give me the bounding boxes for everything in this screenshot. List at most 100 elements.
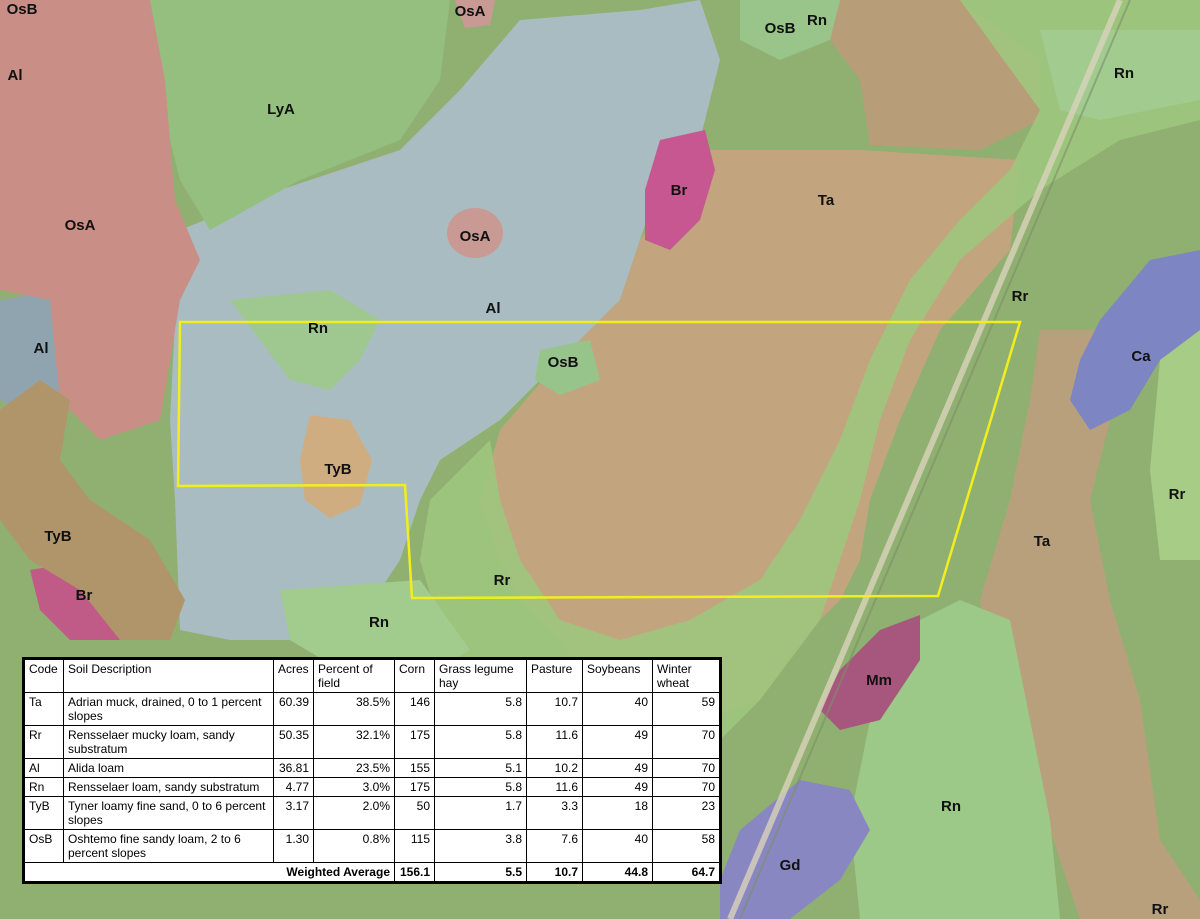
cell-soybeans: 49: [582, 758, 653, 778]
cell-hay: 5.8: [434, 692, 527, 726]
cell-pasture: 7.6: [526, 829, 583, 863]
soil-label-osb-topleft: OsB: [7, 1, 38, 18]
cell-description: Rensselaer loam, sandy substratum: [63, 777, 274, 797]
soil-label-rr-farright: Rr: [1169, 486, 1186, 503]
header-grass-legume-hay: Grass legume hay: [434, 659, 527, 693]
soil-label-rn-bottom: Rn: [369, 614, 389, 631]
cell-percent: 0.8%: [313, 829, 395, 863]
cell-wheat: 70: [652, 725, 720, 759]
cell-hay: 3.8: [434, 829, 527, 863]
cell-acres: 3.17: [273, 796, 314, 830]
cell-corn: 146: [394, 692, 435, 726]
soil-label-rn-bottomright: Rn: [941, 798, 961, 815]
cell-code: Al: [24, 758, 64, 778]
cell-wheat: 70: [652, 777, 720, 797]
soil-label-osa-center: OsA: [460, 228, 491, 245]
cell-code: TyB: [24, 796, 64, 830]
cell-code: Rr: [24, 725, 64, 759]
cell-percent: 23.5%: [313, 758, 395, 778]
weighted-average-label: Weighted Average: [24, 862, 395, 882]
table-row: Rr Rensselaer mucky loam, sandy substrat…: [24, 725, 720, 759]
cell-corn: 155: [394, 758, 435, 778]
soil-label-osa-top: OsA: [455, 3, 486, 20]
cell-hay: 1.7: [434, 796, 527, 830]
table-row: Rn Rensselaer loam, sandy substratum 4.7…: [24, 777, 720, 797]
cell-code: Rn: [24, 777, 64, 797]
header-percent-of-field: Percent of field: [313, 659, 395, 693]
cell-percent: 3.0%: [313, 777, 395, 797]
cell-soybeans: 40: [582, 829, 653, 863]
soil-label-tyb-left: TyB: [44, 528, 71, 545]
soil-label-lya: LyA: [267, 101, 295, 118]
cell-hay: 5.8: [434, 777, 527, 797]
header-corn: Corn: [394, 659, 435, 693]
cell-corn: 115: [394, 829, 435, 863]
cell-hay: 5.1: [434, 758, 527, 778]
cell-pasture: 10.2: [526, 758, 583, 778]
cell-corn: 50: [394, 796, 435, 830]
cell-description: Tyner loamy fine sand, 0 to 6 percent sl…: [63, 796, 274, 830]
soil-label-rr-corner: Rr: [1152, 901, 1169, 918]
soil-label-osa-left: OsA: [65, 217, 96, 234]
soil-label-al-topleft: Al: [8, 67, 23, 84]
avg-soybeans: 44.8: [582, 862, 653, 882]
soil-label-al-left: Al: [34, 340, 49, 357]
soil-label-mm: Mm: [866, 672, 892, 689]
header-soil-description: Soil Description: [63, 659, 274, 693]
soil-label-br-top: Br: [671, 182, 688, 199]
header-pasture: Pasture: [526, 659, 583, 693]
soil-label-rn-top: Rn: [807, 12, 827, 29]
header-code: Code: [24, 659, 64, 693]
cell-wheat: 59: [652, 692, 720, 726]
soil-label-ta-top: Ta: [818, 192, 835, 209]
cell-description: Rensselaer mucky loam, sandy substratum: [63, 725, 274, 759]
table-row: TyB Tyner loamy fine sand, 0 to 6 percen…: [24, 796, 720, 830]
cell-wheat: 58: [652, 829, 720, 863]
cell-description: Alida loam: [63, 758, 274, 778]
soil-label-osb-topright: OsB: [765, 20, 796, 37]
avg-corn: 156.1: [394, 862, 435, 882]
cell-pasture: 3.3: [526, 796, 583, 830]
cell-wheat: 70: [652, 758, 720, 778]
avg-hay: 5.5: [434, 862, 527, 882]
cell-hay: 5.8: [434, 725, 527, 759]
soil-label-osb-field: OsB: [548, 354, 579, 371]
cell-soybeans: 49: [582, 725, 653, 759]
table-row: OsB Oshtemo fine sandy loam, 2 to 6 perc…: [24, 829, 720, 863]
soil-label-gd: Gd: [780, 857, 801, 874]
cell-percent: 32.1%: [313, 725, 395, 759]
avg-pasture: 10.7: [526, 862, 583, 882]
soil-yield-table: Code Soil Description Acres Percent of f…: [24, 659, 720, 882]
cell-percent: 2.0%: [313, 796, 395, 830]
cell-soybeans: 49: [582, 777, 653, 797]
table-row: Al Alida loam 36.81 23.5% 155 5.1 10.2 4…: [24, 758, 720, 778]
cell-code: OsB: [24, 829, 64, 863]
header-winter-wheat: Winter wheat: [652, 659, 720, 693]
soil-label-rr-right: Rr: [1012, 288, 1029, 305]
cell-acres: 50.35: [273, 725, 314, 759]
cell-acres: 1.30: [273, 829, 314, 863]
cell-acres: 4.77: [273, 777, 314, 797]
soil-label-ca: Ca: [1131, 348, 1151, 365]
cell-percent: 38.5%: [313, 692, 395, 726]
avg-wheat: 64.7: [652, 862, 720, 882]
header-soybeans: Soybeans: [582, 659, 653, 693]
soil-label-rr-field: Rr: [494, 572, 511, 589]
cell-pasture: 11.6: [526, 777, 583, 797]
soil-label-al-center: Al: [486, 300, 501, 317]
soil-label-rn-field: Rn: [308, 320, 328, 337]
table-header-row: Code Soil Description Acres Percent of f…: [24, 659, 720, 693]
cell-corn: 175: [394, 725, 435, 759]
cell-pasture: 11.6: [526, 725, 583, 759]
cell-pasture: 10.7: [526, 692, 583, 726]
soil-label-rn-topright: Rn: [1114, 65, 1134, 82]
cell-acres: 36.81: [273, 758, 314, 778]
soil-table: Code Soil Description Acres Percent of f…: [22, 657, 722, 884]
cell-acres: 60.39: [273, 692, 314, 726]
cell-soybeans: 18: [582, 796, 653, 830]
weighted-average-row: Weighted Average 156.1 5.5 10.7 44.8 64.…: [24, 862, 720, 882]
cell-corn: 175: [394, 777, 435, 797]
soil-label-br-left: Br: [76, 587, 93, 604]
table-row: Ta Adrian muck, drained, 0 to 1 percent …: [24, 692, 720, 726]
soil-label-tyb-field: TyB: [324, 461, 351, 478]
